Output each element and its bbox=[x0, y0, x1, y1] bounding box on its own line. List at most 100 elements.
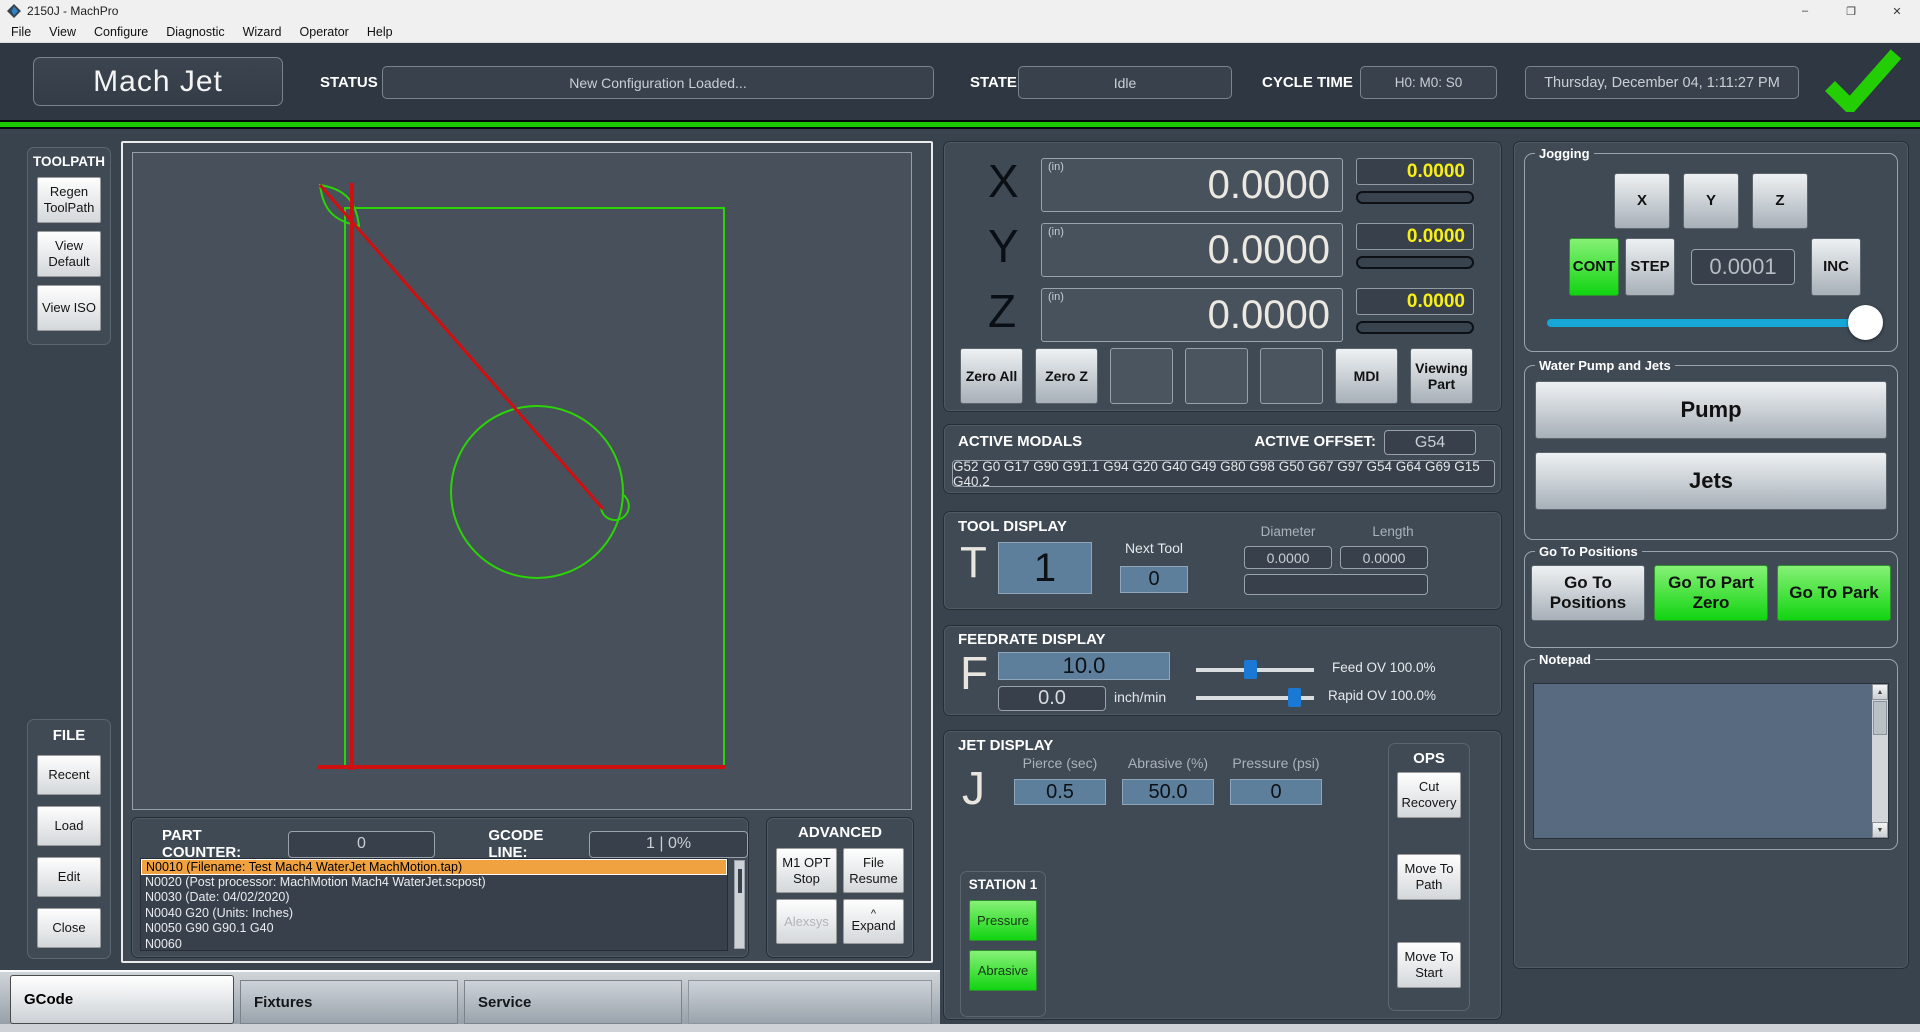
menu-operator[interactable]: Operator bbox=[291, 25, 358, 39]
tool-t-letter: T bbox=[960, 538, 987, 588]
active-offset-value: G54 bbox=[1384, 430, 1476, 455]
notepad-scrollbar[interactable]: ▲ ▼ bbox=[1872, 684, 1888, 838]
viewing-part-button[interactable]: Viewing Part bbox=[1410, 348, 1473, 404]
jog-x-button[interactable]: X bbox=[1614, 173, 1670, 229]
tool-description-box bbox=[1244, 574, 1428, 595]
window-title: 2150J - MachPro bbox=[27, 4, 118, 18]
file-load-button[interactable]: Load bbox=[37, 806, 101, 846]
pump-button[interactable]: Pump bbox=[1535, 381, 1887, 439]
m1-opt-stop-button[interactable]: M1 OPT Stop bbox=[776, 848, 837, 893]
menu-wizard[interactable]: Wizard bbox=[234, 25, 291, 39]
gcode-list-item[interactable]: N0060 bbox=[141, 937, 727, 952]
zero-all-button[interactable]: Zero All bbox=[960, 348, 1023, 404]
mdi-button[interactable]: MDI bbox=[1335, 348, 1398, 404]
close-button[interactable]: ✕ bbox=[1874, 0, 1920, 22]
tab-gcode[interactable]: GCode bbox=[10, 975, 234, 1024]
green-divider bbox=[0, 120, 1920, 129]
jet-j-letter: J bbox=[962, 761, 985, 815]
blank-button-1[interactable] bbox=[1110, 348, 1173, 404]
minimize-button[interactable]: – bbox=[1782, 0, 1828, 22]
notepad-textarea[interactable]: ▲ ▼ bbox=[1533, 683, 1889, 839]
jog-inc-button[interactable]: INC bbox=[1811, 238, 1861, 296]
move-to-path-button[interactable]: Move To Path bbox=[1397, 854, 1461, 900]
toolpath-group-title: TOOLPATH bbox=[28, 154, 110, 169]
gcode-list-scrollbar[interactable] bbox=[734, 860, 745, 949]
view-default-button[interactable]: View Default bbox=[37, 231, 101, 277]
notepad-scrollbar-thumb[interactable] bbox=[1873, 701, 1887, 735]
ops-title: OPS bbox=[1389, 750, 1469, 767]
current-tool-value[interactable]: 1 bbox=[998, 542, 1092, 594]
go-to-positions-button[interactable]: Go To Positions bbox=[1531, 565, 1645, 621]
file-recent-button[interactable]: Recent bbox=[37, 755, 101, 795]
gcode-scrollbar-thumb[interactable] bbox=[738, 869, 742, 893]
gcode-list-item[interactable]: N0020 (Post processor: MachMotion Mach4 … bbox=[141, 875, 727, 891]
pierce-value[interactable]: 0.5 bbox=[1014, 779, 1106, 805]
dro-z-offset[interactable]: 0.0000 bbox=[1356, 288, 1474, 315]
file-edit-button[interactable]: Edit bbox=[37, 857, 101, 897]
jog-speed-slider[interactable] bbox=[1547, 319, 1863, 327]
tab-service[interactable]: Service bbox=[464, 980, 682, 1024]
menu-file[interactable]: File bbox=[2, 25, 40, 39]
gcode-list-item[interactable]: N0040 G20 (Units: Inches) bbox=[141, 906, 727, 922]
jets-button[interactable]: Jets bbox=[1535, 452, 1887, 510]
axis-z-letter: Z bbox=[988, 284, 1016, 338]
dro-x-unit: (in) bbox=[1048, 161, 1064, 173]
blank-button-2[interactable] bbox=[1185, 348, 1248, 404]
abrasive-value[interactable]: 50.0 bbox=[1122, 779, 1214, 805]
active-modals-panel: ACTIVE MODALS ACTIVE OFFSET: G54 G52 G0 … bbox=[943, 424, 1502, 494]
blank-button-3[interactable] bbox=[1260, 348, 1323, 404]
scroll-up-icon[interactable]: ▲ bbox=[1872, 684, 1888, 700]
datetime-display: Thursday, December 04, 1:11:27 PM bbox=[1525, 66, 1799, 99]
gcode-list-item[interactable]: N0050 G90 G90.1 G40 bbox=[141, 921, 727, 937]
alexsys-button[interactable]: Alexsys bbox=[776, 899, 837, 944]
jog-speed-thumb[interactable] bbox=[1848, 305, 1883, 340]
station-abrasive-button[interactable]: Abrasive bbox=[969, 950, 1037, 991]
expand-button[interactable]: ^ Expand bbox=[843, 899, 904, 944]
next-tool-value[interactable]: 0 bbox=[1120, 566, 1188, 593]
jog-cont-button[interactable]: CONT bbox=[1569, 238, 1619, 296]
length-label: Length bbox=[1362, 524, 1424, 539]
dro-y-offset[interactable]: 0.0000 bbox=[1356, 223, 1474, 250]
toolpath-canvas[interactable] bbox=[132, 152, 912, 810]
gcode-list-item[interactable]: N0030 (Date: 04/02/2020) bbox=[141, 890, 727, 906]
dro-y-unit: (in) bbox=[1048, 226, 1064, 238]
dro-x[interactable]: (in) 0.0000 bbox=[1041, 158, 1343, 212]
move-to-start-button[interactable]: Move To Start bbox=[1397, 942, 1461, 988]
file-resume-button[interactable]: File Resume bbox=[843, 848, 904, 893]
file-close-button[interactable]: Close bbox=[37, 908, 101, 948]
jog-increment-value[interactable]: 0.0001 bbox=[1691, 249, 1795, 285]
station-pressure-button[interactable]: Pressure bbox=[969, 900, 1037, 941]
scroll-down-icon[interactable]: ▼ bbox=[1872, 822, 1888, 838]
pressure-value[interactable]: 0 bbox=[1230, 779, 1322, 805]
dro-y[interactable]: (in) 0.0000 bbox=[1041, 223, 1343, 277]
regen-toolpath-button[interactable]: Regen ToolPath bbox=[37, 177, 101, 223]
maximize-button[interactable]: ❐ bbox=[1828, 0, 1874, 22]
gcode-list-item[interactable]: N0010 (Filename: Test Mach4 WaterJet Mac… bbox=[141, 859, 727, 875]
dro-z[interactable]: (in) 0.0000 bbox=[1041, 288, 1343, 342]
active-modals-codes: G52 G0 G17 G90 G91.1 G94 G20 G40 G49 G80… bbox=[952, 460, 1495, 487]
state-label: STATE bbox=[970, 74, 1017, 91]
tab-fixtures[interactable]: Fixtures bbox=[240, 980, 458, 1024]
gcode-list[interactable]: N0010 (Filename: Test Mach4 WaterJet Mac… bbox=[140, 858, 728, 951]
feedrate-commanded[interactable]: 10.0 bbox=[998, 652, 1170, 680]
zero-z-button[interactable]: Zero Z bbox=[1035, 348, 1098, 404]
menu-help[interactable]: Help bbox=[358, 25, 402, 39]
feed-override-thumb[interactable] bbox=[1244, 660, 1257, 679]
dro-y-value: 0.0000 bbox=[1208, 224, 1330, 276]
part-counter-label: PART COUNTER: bbox=[162, 827, 276, 861]
menu-diagnostic[interactable]: Diagnostic bbox=[157, 25, 233, 39]
status-label: STATUS bbox=[320, 74, 378, 91]
go-to-part-zero-button[interactable]: Go To Part Zero bbox=[1654, 565, 1768, 621]
menu-view[interactable]: View bbox=[40, 25, 85, 39]
jog-step-button[interactable]: STEP bbox=[1625, 238, 1675, 296]
dro-z-offset-value: 0.0000 bbox=[1407, 291, 1465, 313]
advanced-panel: ADVANCED M1 OPT Stop File Resume Alexsys… bbox=[766, 817, 914, 958]
jog-y-button[interactable]: Y bbox=[1683, 173, 1739, 229]
cut-recovery-button[interactable]: Cut Recovery bbox=[1397, 772, 1461, 818]
menu-configure[interactable]: Configure bbox=[85, 25, 157, 39]
rapid-override-thumb[interactable] bbox=[1288, 688, 1301, 707]
jog-z-button[interactable]: Z bbox=[1752, 173, 1808, 229]
view-iso-button[interactable]: View ISO bbox=[37, 285, 101, 331]
dro-x-offset[interactable]: 0.0000 bbox=[1356, 158, 1474, 185]
go-to-park-button[interactable]: Go To Park bbox=[1777, 565, 1891, 621]
